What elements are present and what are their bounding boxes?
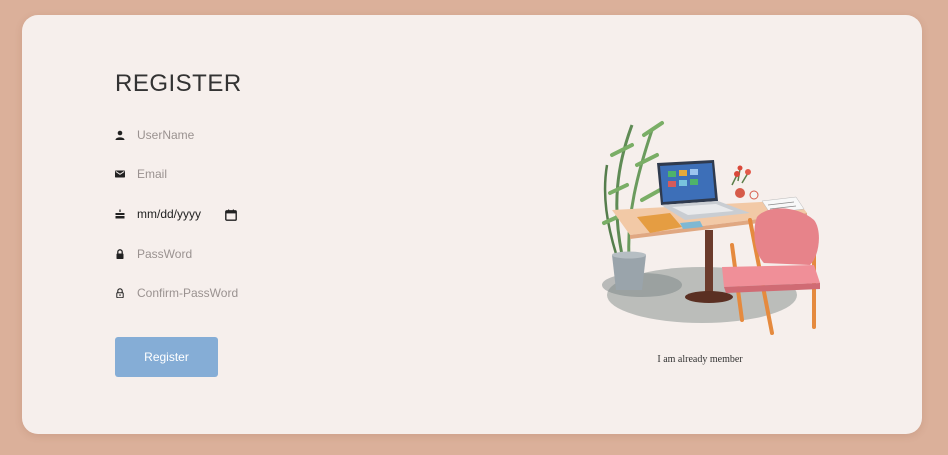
email-row xyxy=(115,164,317,184)
desk-illustration xyxy=(602,121,820,335)
confirm-password-input[interactable] xyxy=(137,286,317,300)
lock-icon xyxy=(115,248,125,260)
page-title: REGISTER xyxy=(115,70,242,97)
envelope-icon xyxy=(115,168,125,180)
calendar-icon[interactable] xyxy=(225,208,237,221)
email-input[interactable] xyxy=(137,167,317,181)
username-input[interactable] xyxy=(137,128,317,142)
date-row: mm/dd/yyyy xyxy=(115,204,237,224)
lock-open-icon xyxy=(115,287,125,299)
register-button[interactable]: Register xyxy=(115,337,218,377)
confirm-password-row xyxy=(115,283,317,303)
already-member-link[interactable]: I am already member xyxy=(622,354,778,365)
date-input[interactable]: mm/dd/yyyy xyxy=(137,207,201,221)
username-row xyxy=(115,125,317,145)
person-icon xyxy=(115,129,125,141)
password-input[interactable] xyxy=(137,247,317,261)
register-card: REGISTER mm/dd/yyyy Register xyxy=(22,15,922,434)
password-row xyxy=(115,244,317,264)
cake-icon xyxy=(115,208,125,220)
